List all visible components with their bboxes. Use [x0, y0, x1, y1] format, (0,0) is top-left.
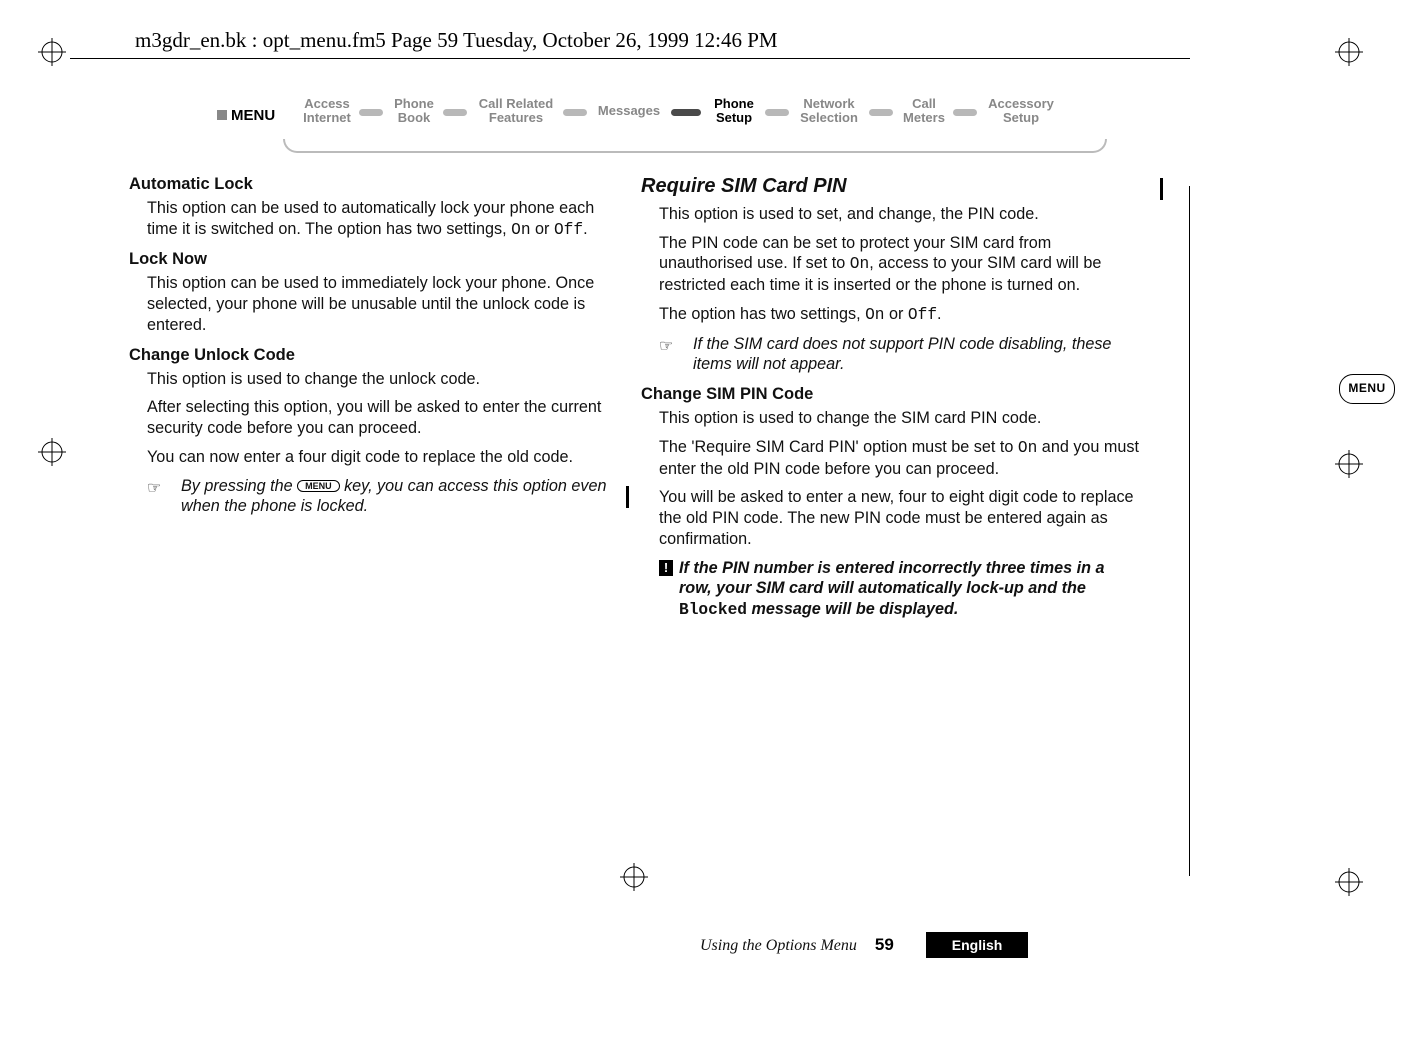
- footer-language-badge: English: [926, 932, 1029, 958]
- menu-key-icon: MENU: [297, 480, 340, 492]
- menu-label: MENU: [217, 107, 275, 124]
- text: By pressing the: [181, 477, 297, 495]
- menu-item-line1: Network: [803, 96, 854, 111]
- menu-item-messages: Messages: [591, 104, 667, 118]
- setting-on: On: [850, 255, 869, 273]
- text: If the SIM card does not support PIN cod…: [693, 335, 1111, 374]
- menu-item-line2: Selection: [800, 110, 858, 125]
- setting-off: Off: [908, 306, 937, 324]
- menu-item-line2: Internet: [303, 110, 351, 125]
- change-bar-icon: [626, 486, 629, 508]
- text: or: [531, 220, 554, 238]
- menu-connector-icon: [869, 109, 893, 116]
- menu-item-accessory-setup: Accessory Setup: [981, 97, 1061, 125]
- paragraph: The PIN code can be set to protect your …: [641, 233, 1139, 296]
- paragraph: The option has two settings, On or Off.: [641, 304, 1139, 326]
- menu-item-line1: Call Related: [479, 96, 553, 111]
- heading-require-sim-card-pin: Require SIM Card PIN: [641, 175, 1139, 198]
- right-column: Require SIM Card PIN This option is used…: [641, 175, 1139, 629]
- warning-paragraph: ! If the PIN number is entered incorrect…: [641, 558, 1139, 621]
- header-rule: [70, 58, 1190, 59]
- paragraph: This option is used to set, and change, …: [641, 204, 1139, 225]
- note-paragraph: ☞ By pressing the MENU key, you can acce…: [129, 476, 627, 517]
- menu-side-tab: MENU: [1339, 374, 1395, 404]
- menu-underbar: [283, 139, 1107, 153]
- blocked-message: Blocked: [679, 601, 747, 619]
- menu-item-access-internet: Access Internet: [297, 97, 357, 125]
- warning-icon: !: [659, 560, 673, 576]
- change-bar-icon: [1160, 178, 1163, 200]
- setting-on: On: [865, 306, 884, 324]
- paragraph: You can now enter a four digit code to r…: [129, 447, 627, 468]
- heading-change-unlock-code: Change Unlock Code: [129, 346, 627, 365]
- paragraph: You will be asked to enter a new, four t…: [641, 487, 1139, 549]
- registration-mark-icon: [1335, 450, 1363, 478]
- registration-mark-icon: [1335, 38, 1363, 66]
- menu-connector-icon: [563, 109, 587, 116]
- menu-connector-icon: [953, 109, 977, 116]
- menu-item-line1: Access: [304, 96, 350, 111]
- menu-item-line1: Call: [912, 96, 936, 111]
- menu-item-call-meters: Call Meters: [897, 97, 951, 125]
- menu-item-line2: Setup: [1003, 110, 1039, 125]
- document-header-path: m3gdr_en.bk : opt_menu.fm5 Page 59 Tuesd…: [135, 28, 778, 53]
- paragraph: This option is used to change the SIM ca…: [641, 408, 1139, 429]
- registration-mark-icon: [38, 38, 66, 66]
- setting-on: On: [1018, 439, 1037, 457]
- text: or: [885, 305, 908, 323]
- paragraph: This option can be used to automatically…: [129, 198, 627, 240]
- menu-connector-icon: [443, 109, 467, 116]
- setting-off: Off: [554, 221, 583, 239]
- registration-mark-icon: [1335, 868, 1363, 896]
- menu-item-line2: Features: [489, 110, 543, 125]
- menu-item-phone-setup: Phone Setup: [707, 97, 761, 125]
- text: .: [583, 220, 588, 238]
- page-footer: Using the Options Menu 59 English: [700, 932, 1148, 960]
- menu-item-line1: Phone: [394, 96, 434, 111]
- menu-item-line1: Phone: [714, 96, 754, 111]
- registration-mark-icon: [38, 438, 66, 466]
- setting-on: On: [511, 221, 530, 239]
- text: If the PIN number is entered incorrectly…: [679, 559, 1105, 598]
- menu-item-line2: Setup: [716, 110, 752, 125]
- page-canvas: { "header": { "path_text": "m3gdr_en.bk …: [0, 0, 1407, 1062]
- menu-connector-icon: [359, 109, 383, 116]
- heading-change-sim-pin-code: Change SIM PIN Code: [641, 385, 1139, 404]
- menu-connector-icon: [671, 109, 701, 116]
- body-columns: Automatic Lock This option can be used t…: [129, 175, 1139, 629]
- left-column: Automatic Lock This option can be used t…: [129, 175, 627, 525]
- paragraph: After selecting this option, you will be…: [129, 397, 627, 438]
- heading-automatic-lock: Automatic Lock: [129, 175, 627, 194]
- menu-item-line2: Book: [398, 110, 431, 125]
- note-hand-icon: ☞: [659, 336, 674, 357]
- menu-item-call-related-features: Call Related Features: [471, 97, 561, 125]
- menu-item-line2: Meters: [903, 110, 945, 125]
- menu-path-diagram: MENU Access Internet Phone Book Call Rel…: [205, 87, 1109, 165]
- heading-lock-now: Lock Now: [129, 250, 627, 269]
- text: message will be displayed.: [747, 600, 958, 618]
- menu-item-line1: Messages: [598, 103, 660, 118]
- note-hand-icon: ☞: [147, 478, 162, 499]
- note-paragraph: ☞ If the SIM card does not support PIN c…: [641, 334, 1139, 375]
- text: The 'Require SIM Card PIN' option must b…: [659, 438, 1018, 456]
- menu-item-network-selection: Network Selection: [793, 97, 865, 125]
- registration-mark-icon: [620, 863, 648, 891]
- footer-section-title: Using the Options Menu: [700, 937, 857, 954]
- paragraph: This option can be used to immediately l…: [129, 273, 627, 335]
- crop-line: [1189, 186, 1190, 876]
- menu-item-line1: Accessory: [988, 96, 1054, 111]
- footer-page-number: 59: [875, 935, 894, 954]
- text: .: [937, 305, 942, 323]
- text: The option has two settings,: [659, 305, 865, 323]
- paragraph: This option is used to change the unlock…: [129, 369, 627, 390]
- paragraph: The 'Require SIM Card PIN' option must b…: [641, 437, 1139, 479]
- menu-connector-icon: [765, 109, 789, 116]
- menu-item-phone-book: Phone Book: [387, 97, 441, 125]
